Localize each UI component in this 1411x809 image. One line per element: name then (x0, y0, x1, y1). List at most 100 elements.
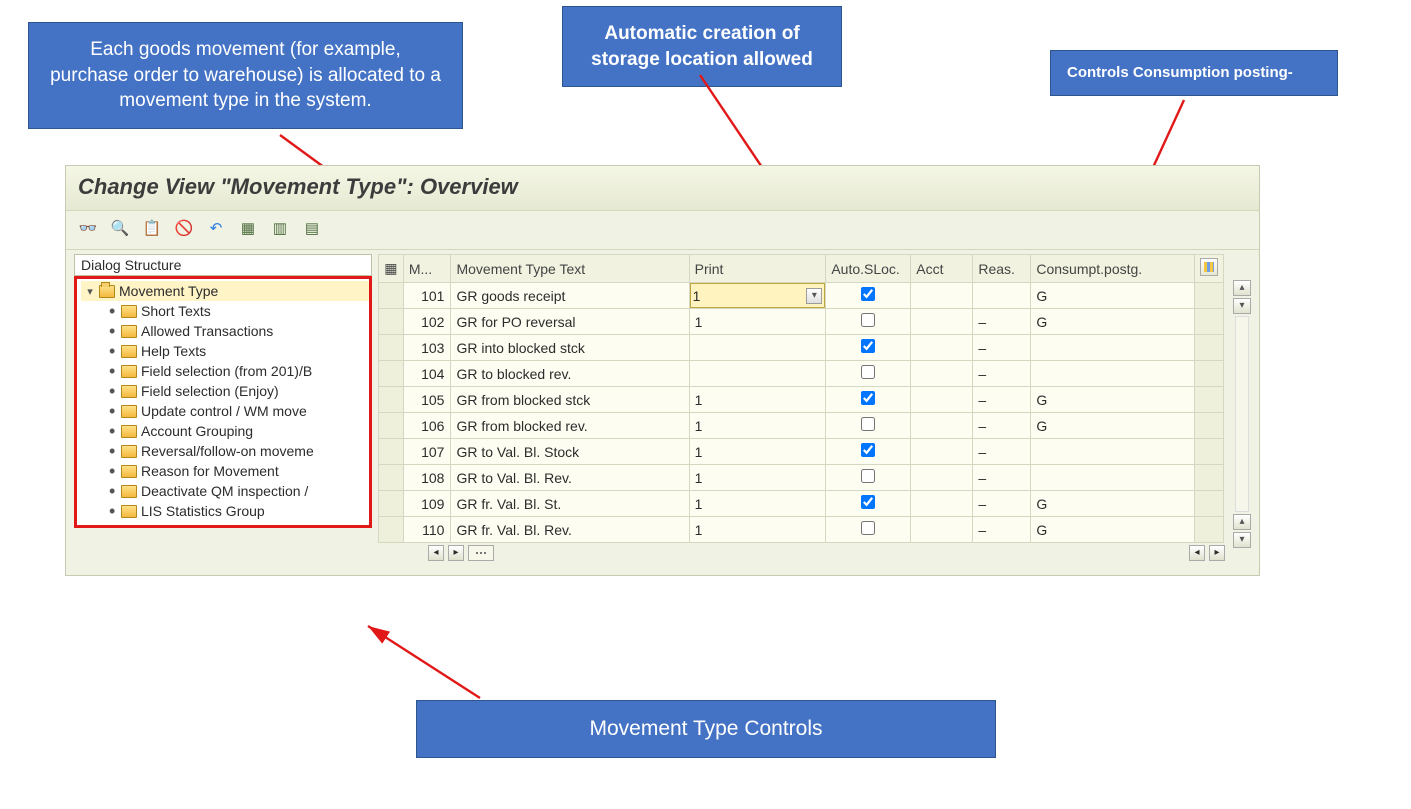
cell-auto-sloc[interactable] (826, 387, 911, 413)
col-reas[interactable]: Reas. (973, 255, 1031, 283)
cell-text[interactable]: GR to Val. Bl. Rev. (451, 465, 689, 491)
cell-print[interactable]: 1 (689, 491, 826, 517)
tree-child[interactable]: •Field selection (from 201)/B (81, 361, 369, 381)
cell-code[interactable]: 102 (403, 309, 451, 335)
auto-sloc-checkbox[interactable] (861, 287, 875, 301)
cell-consumption[interactable] (1031, 361, 1195, 387)
copy-icon[interactable]: 📋 (140, 217, 164, 239)
tree-child[interactable]: •Field selection (Enjoy) (81, 381, 369, 401)
row-selector[interactable] (379, 517, 404, 543)
cell-acct[interactable] (911, 517, 973, 543)
cell-text[interactable]: GR fr. Val. Bl. St. (451, 491, 689, 517)
cell-code[interactable]: 106 (403, 413, 451, 439)
cell-consumption[interactable] (1031, 335, 1195, 361)
cell-print[interactable]: 1 (689, 517, 826, 543)
cell-reas[interactable]: – (973, 465, 1031, 491)
cell-text[interactable]: GR from blocked stck (451, 387, 689, 413)
tree-child[interactable]: •Short Texts (81, 301, 369, 321)
row-selector[interactable] (379, 491, 404, 517)
auto-sloc-checkbox[interactable] (861, 313, 875, 327)
cell-consumption[interactable] (1031, 439, 1195, 465)
cell-reas[interactable]: – (973, 413, 1031, 439)
select-all-icon[interactable]: ▦ (236, 217, 260, 239)
cell-reas[interactable]: – (973, 309, 1031, 335)
cell-auto-sloc[interactable] (826, 309, 911, 335)
auto-sloc-checkbox[interactable] (861, 495, 875, 509)
row-selector[interactable] (379, 387, 404, 413)
cell-reas[interactable]: – (973, 335, 1031, 361)
cell-print[interactable]: 1 (689, 309, 826, 335)
tree-root-movement-type[interactable]: ▾ Movement Type (81, 281, 369, 301)
auto-sloc-checkbox[interactable] (861, 443, 875, 457)
tree-child[interactable]: •Deactivate QM inspection / (81, 481, 369, 501)
row-selector[interactable] (379, 361, 404, 387)
cell-auto-sloc[interactable] (826, 361, 911, 387)
cell-print[interactable] (689, 335, 826, 361)
cell-print[interactable]: 1 (689, 387, 826, 413)
cell-text[interactable]: GR fr. Val. Bl. Rev. (451, 517, 689, 543)
cell-reas[interactable]: – (973, 491, 1031, 517)
hscroll-left-end[interactable]: ◂ (1189, 545, 1205, 561)
col-asloc[interactable]: Auto.SLoc. (826, 255, 911, 283)
auto-sloc-checkbox[interactable] (861, 339, 875, 353)
cell-print[interactable]: 1 (689, 439, 826, 465)
cell-auto-sloc[interactable] (826, 439, 911, 465)
hscroll-right[interactable]: ▸ (448, 545, 464, 561)
find-icon[interactable]: 🔍 (108, 217, 132, 239)
scroll-up-button[interactable]: ▴ (1233, 280, 1251, 296)
delete-row-icon[interactable]: 🚫 (172, 217, 196, 239)
tree-child[interactable]: •Allowed Transactions (81, 321, 369, 341)
row-selector[interactable] (379, 465, 404, 491)
append-row-icon[interactable]: ▤ (300, 217, 324, 239)
cell-auto-sloc[interactable] (826, 283, 911, 309)
hscroll-right-end[interactable]: ▸ (1209, 545, 1225, 561)
cell-code[interactable]: 108 (403, 465, 451, 491)
cell-auto-sloc[interactable] (826, 413, 911, 439)
row-selector[interactable] (379, 309, 404, 335)
undo-icon[interactable]: ↶ (204, 217, 228, 239)
cell-text[interactable]: GR to Val. Bl. Stock (451, 439, 689, 465)
cell-auto-sloc[interactable] (826, 465, 911, 491)
cell-reas[interactable]: – (973, 387, 1031, 413)
cell-code[interactable]: 103 (403, 335, 451, 361)
cell-acct[interactable] (911, 465, 973, 491)
col-config[interactable] (1194, 255, 1223, 283)
cell-consumption[interactable]: G (1031, 283, 1195, 309)
cell-consumption[interactable]: G (1031, 309, 1195, 335)
cell-print[interactable]: 1 (689, 465, 826, 491)
cell-auto-sloc[interactable] (826, 491, 911, 517)
tree-child[interactable]: •Update control / WM move (81, 401, 369, 421)
cell-code[interactable]: 101 (403, 283, 451, 309)
col-acct[interactable]: Acct (911, 255, 973, 283)
configure-columns-icon[interactable] (1200, 258, 1218, 276)
cell-consumption[interactable]: G (1031, 413, 1195, 439)
scroll-track[interactable] (1235, 316, 1249, 512)
cell-acct[interactable] (911, 309, 973, 335)
row-selector[interactable] (379, 335, 404, 361)
cell-acct[interactable] (911, 283, 973, 309)
collapse-icon[interactable]: ▾ (85, 285, 95, 298)
cell-print[interactable] (689, 361, 826, 387)
cell-reas[interactable] (973, 283, 1031, 309)
cell-code[interactable]: 107 (403, 439, 451, 465)
scroll-down-button[interactable]: ▾ (1233, 298, 1251, 314)
hscroll-position[interactable] (468, 545, 494, 561)
cell-code[interactable]: 104 (403, 361, 451, 387)
cell-consumption[interactable]: G (1031, 491, 1195, 517)
auto-sloc-checkbox[interactable] (861, 521, 875, 535)
col-text[interactable]: Movement Type Text (451, 255, 689, 283)
cell-acct[interactable] (911, 387, 973, 413)
auto-sloc-checkbox[interactable] (861, 365, 875, 379)
scroll-up-button-bottom[interactable]: ▴ (1233, 514, 1251, 530)
col-print[interactable]: Print (689, 255, 826, 283)
cell-code[interactable]: 109 (403, 491, 451, 517)
cell-print[interactable]: 1 (689, 413, 826, 439)
tree-child[interactable]: •Reversal/follow-on moveme (81, 441, 369, 461)
scroll-down-button-bottom[interactable]: ▾ (1233, 532, 1251, 548)
cell-acct[interactable] (911, 413, 973, 439)
cell-consumption[interactable] (1031, 465, 1195, 491)
glasses-icon[interactable]: 👓 (76, 217, 100, 239)
col-select[interactable]: ▦ (379, 255, 404, 283)
cell-auto-sloc[interactable] (826, 517, 911, 543)
cell-code[interactable]: 105 (403, 387, 451, 413)
